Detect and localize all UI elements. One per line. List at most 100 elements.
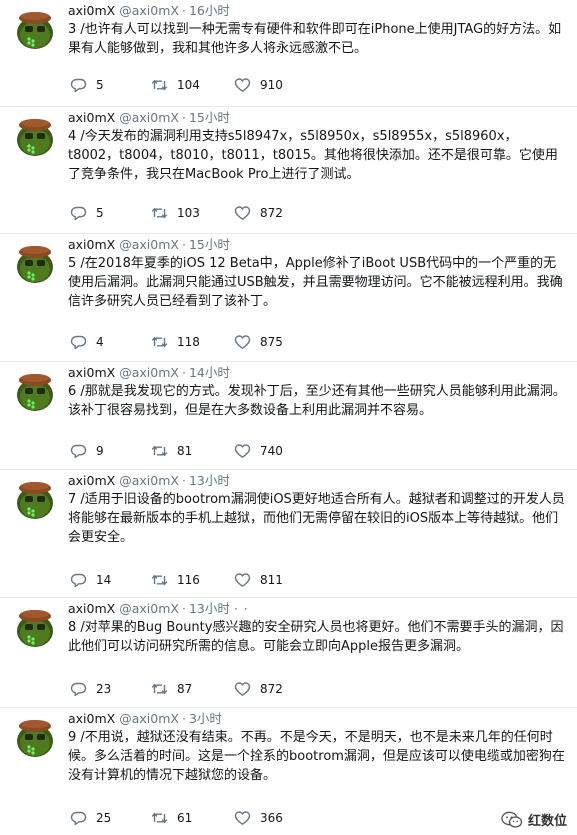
author-name[interactable]: axi0mX: [68, 237, 115, 252]
like-count: 740: [260, 444, 283, 458]
tweet-actions: 14 116 811: [70, 571, 370, 589]
tweet-header: axi0mX @axi0mX · 13小时: [68, 473, 567, 489]
tweet[interactable]: axi0mX @axi0mX · 15小时 5 /在2018年夏季的iOS 12 Be…: [0, 234, 577, 362]
reply-icon: [70, 205, 87, 221]
reply-count: 5: [96, 206, 104, 220]
reply-button[interactable]: 25: [70, 809, 111, 827]
retweet-icon: [151, 810, 168, 826]
tweet[interactable]: axi0mX @axi0mX · 15小时 4 /今天发布的漏洞利用支持s5l8947…: [0, 107, 577, 234]
reply-button[interactable]: 5: [70, 76, 104, 94]
author-name[interactable]: axi0mX: [68, 711, 115, 726]
tweet[interactable]: axi0mX @axi0mX · 3小时 9 /不用说，越狱还没有结束。不再。不是今天…: [0, 708, 577, 835]
reply-icon: [70, 681, 87, 697]
author-handle[interactable]: @axi0mX: [119, 473, 179, 488]
tweet-time[interactable]: 16小时: [189, 3, 230, 18]
retweet-icon: [151, 572, 168, 588]
author-name[interactable]: axi0mX: [68, 365, 115, 380]
reply-count: 9: [96, 444, 104, 458]
reply-icon: [70, 572, 87, 588]
avatar[interactable]: [14, 368, 56, 412]
separator-dot: ·: [181, 473, 186, 488]
like-button[interactable]: 366: [234, 809, 283, 827]
avatar[interactable]: [14, 714, 56, 758]
tweet-text: 7 /适用于旧设备的bootrom漏洞使iOS更好地适合所有人。越狱者和调整过的…: [68, 492, 565, 545]
tweet-time[interactable]: 13小时: [189, 601, 230, 616]
tweet-actions: 5 104 910: [70, 76, 370, 94]
reply-button[interactable]: 9: [70, 442, 104, 460]
separator-dot: ·: [181, 711, 186, 726]
tweet-time[interactable]: 15小时: [189, 237, 230, 252]
like-button[interactable]: 910: [234, 76, 283, 94]
tweet-header: axi0mX @axi0mX · 14小时: [68, 365, 567, 381]
author-name[interactable]: axi0mX: [68, 110, 115, 125]
author-name[interactable]: axi0mX: [68, 3, 115, 18]
like-button[interactable]: 875: [234, 333, 283, 351]
tweet[interactable]: axi0mX @axi0mX · 13小时 7 /适用于旧设备的bootrom漏洞使i…: [0, 470, 577, 598]
separator-dot: ·: [181, 365, 186, 380]
retweet-button[interactable]: 118: [151, 333, 200, 351]
like-icon: [234, 572, 251, 588]
author-handle[interactable]: @axi0mX: [119, 110, 179, 125]
reply-count: 25: [96, 811, 112, 825]
reply-button[interactable]: 5: [70, 204, 104, 222]
like-button[interactable]: 811: [234, 571, 283, 589]
reply-count: 5: [96, 78, 104, 92]
tweet-header: axi0mX @axi0mX · 13小时 · ·: [68, 601, 567, 617]
author-handle[interactable]: @axi0mX: [119, 711, 179, 726]
reply-button[interactable]: 14: [70, 571, 111, 589]
retweet-icon: [151, 443, 168, 459]
tweet-actions: 9 81 740: [70, 442, 370, 460]
retweet-button[interactable]: 104: [151, 76, 200, 94]
retweet-button[interactable]: 87: [151, 680, 192, 698]
avatar[interactable]: [14, 113, 56, 157]
retweet-count: 87: [177, 682, 193, 696]
like-button[interactable]: 740: [234, 442, 283, 460]
like-count: 366: [260, 811, 283, 825]
like-icon: [234, 681, 251, 697]
tweet-time[interactable]: 3小时: [189, 711, 222, 726]
tweet-text: 8 /对苹果的Bug Bounty感兴趣的安全研究人员也将更好。他们不需要手头的…: [68, 620, 564, 654]
retweet-count: 118: [177, 335, 200, 349]
author-handle[interactable]: @axi0mX: [119, 3, 179, 18]
tweet-time[interactable]: 14小时: [189, 365, 230, 380]
like-count: 872: [260, 206, 283, 220]
author-name[interactable]: axi0mX: [68, 473, 115, 488]
watermark: 红数位: [501, 810, 567, 829]
reply-button[interactable]: 23: [70, 680, 111, 698]
author-handle[interactable]: @axi0mX: [119, 365, 179, 380]
avatar[interactable]: [14, 6, 56, 50]
tweet[interactable]: axi0mX @axi0mX · 13小时 · · 8 /对苹果的Bug Bounty感…: [0, 598, 577, 708]
retweet-button[interactable]: 61: [151, 809, 192, 827]
tweet-header: axi0mX @axi0mX · 3小时: [68, 711, 567, 727]
tweet-header: axi0mX @axi0mX · 16小时: [68, 3, 567, 19]
like-icon: [234, 334, 251, 350]
wechat-icon: [501, 811, 523, 828]
avatar[interactable]: [14, 604, 56, 648]
separator-dot: ·: [181, 601, 186, 616]
retweet-button[interactable]: 103: [151, 204, 200, 222]
tweet[interactable]: axi0mX @axi0mX · 14小时 6 /那就是我发现它的方式。发现补丁后，至…: [0, 362, 577, 470]
more-options[interactable]: · ·: [234, 601, 249, 616]
tweet[interactable]: axi0mX @axi0mX · 16小时 3 /也许有人可以找到一种无需专有硬件和软…: [0, 0, 577, 107]
author-name[interactable]: axi0mX: [68, 601, 115, 616]
tweet-actions: 25 61 366: [70, 809, 370, 827]
retweet-button[interactable]: 116: [151, 571, 200, 589]
tweet-time[interactable]: 13小时: [189, 473, 230, 488]
reply-button[interactable]: 4: [70, 333, 104, 351]
tweet-text: 6 /那就是我发现它的方式。发现补丁后，至少还有其他一些研究人员能够利用此漏洞。…: [68, 384, 566, 418]
watermark-label: 红数位: [527, 814, 567, 829]
retweet-count: 61: [177, 811, 193, 825]
avatar[interactable]: [14, 476, 56, 520]
tweet-time[interactable]: 15小时: [189, 110, 230, 125]
avatar[interactable]: [14, 240, 56, 284]
reply-count: 4: [96, 335, 104, 349]
retweet-button[interactable]: 81: [151, 442, 192, 460]
reply-icon: [70, 810, 87, 826]
like-button[interactable]: 872: [234, 680, 283, 698]
tweet-text: 5 /在2018年夏季的iOS 12 Beta中，Apple修补了iBoot U…: [68, 256, 563, 309]
author-handle[interactable]: @axi0mX: [119, 601, 179, 616]
author-handle[interactable]: @axi0mX: [119, 237, 179, 252]
reply-icon: [70, 443, 87, 459]
like-button[interactable]: 872: [234, 204, 283, 222]
tweet-actions: 5 103 872: [70, 204, 370, 222]
